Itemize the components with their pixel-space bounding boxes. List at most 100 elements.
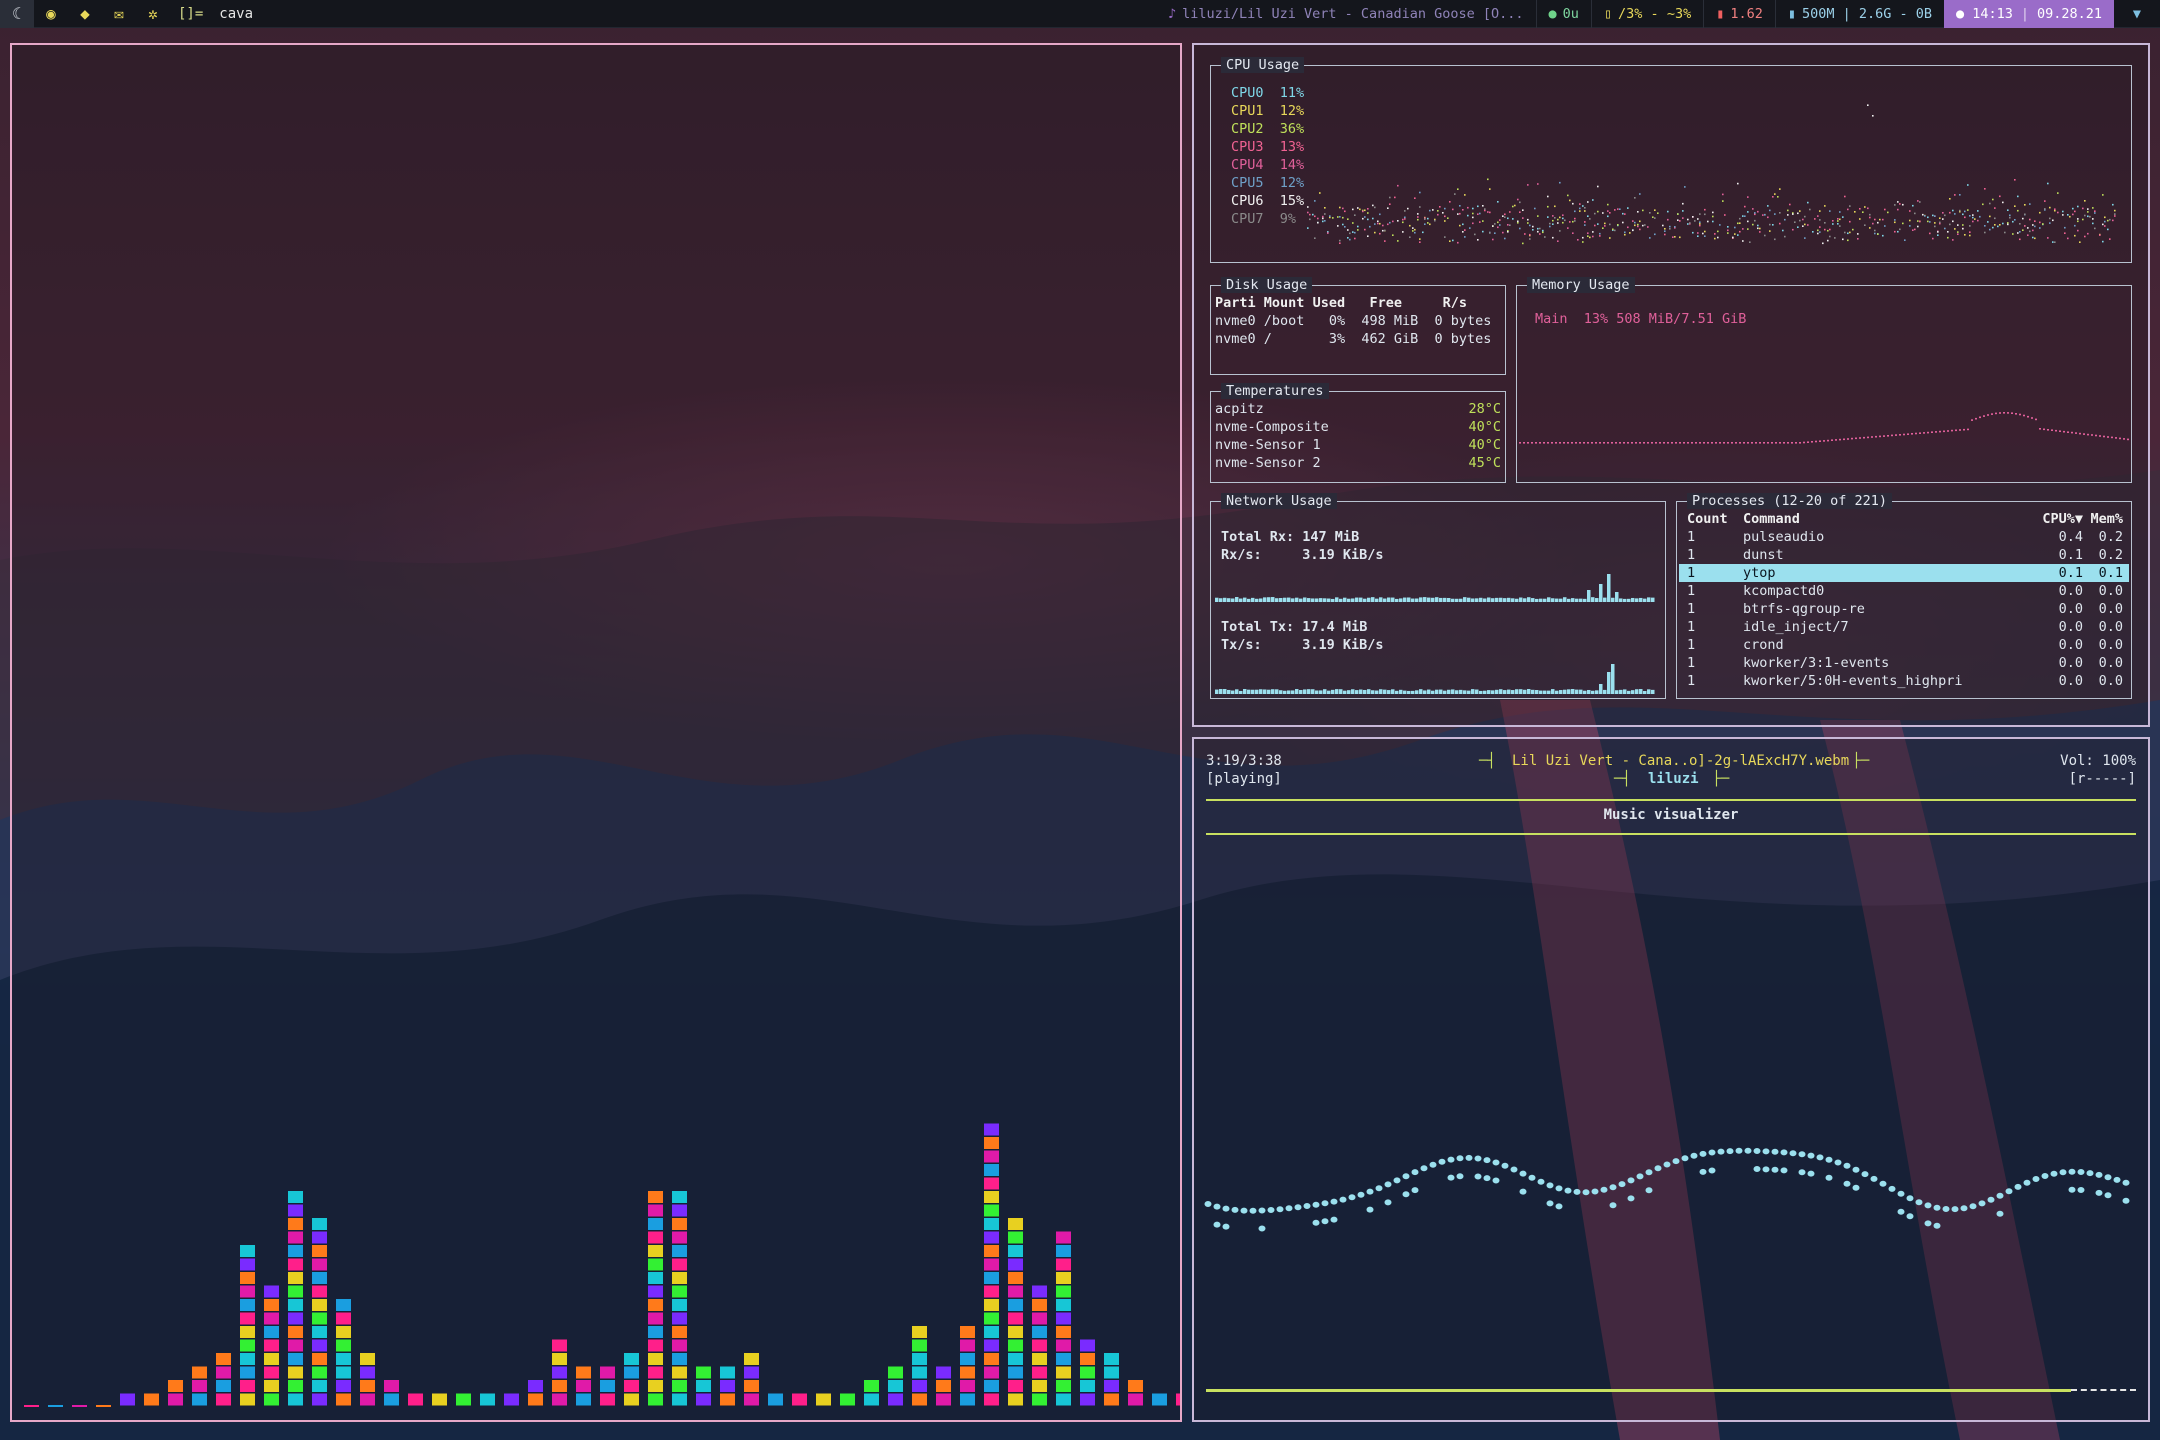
- visualizer-dot: [1213, 1221, 1221, 1228]
- cava-bar-segment: [816, 1393, 831, 1406]
- cpu-graph-dot: [1874, 218, 1876, 221]
- cpu-graph-dot: [1837, 220, 1839, 222]
- cava-bar-segment: [648, 1245, 663, 1257]
- memory-graph-dot: [1803, 441, 1805, 444]
- process-row-selected[interactable]: 1 ytop 0.1 0.1: [1679, 564, 2129, 582]
- cava-bar-segment: [960, 1353, 975, 1365]
- cpu-graph-dot: [1962, 224, 1964, 226]
- mem-column-header[interactable]: Mem%: [2083, 510, 2129, 528]
- cpu-graph-dot: [1769, 209, 1771, 212]
- cava-bar-segment: [624, 1380, 639, 1392]
- cava-window[interactable]: [10, 43, 1182, 1422]
- cpu-column-header[interactable]: CPU%▼: [2037, 510, 2083, 528]
- memory-graph-dot: [1547, 442, 1549, 444]
- playback-flags[interactable]: [r-----]: [2069, 771, 2136, 787]
- memory-graph-dot: [1543, 442, 1545, 444]
- network-graph-bar: [1343, 690, 1347, 694]
- process-row[interactable]: 1 kcompactd0 0.0 0.0: [1679, 582, 2129, 600]
- cpu-graph-dot: [1852, 228, 1854, 231]
- network-graph-bar: [1603, 597, 1607, 602]
- cava-bar-segment: [960, 1339, 975, 1352]
- workspace-3-icon[interactable]: ◆: [68, 0, 102, 28]
- network-graph-bar: [1455, 598, 1459, 602]
- cpu-graph-dot: [1564, 219, 1566, 222]
- cpu-graph-dot: [1402, 221, 1404, 224]
- cpu-graph-dot: [2072, 207, 2074, 210]
- network-graph-bar: [1331, 689, 1335, 694]
- cpu-graph-dot: [1507, 224, 1509, 226]
- cava-bar-segment: [312, 1285, 327, 1298]
- music-player-window[interactable]: 3:19/3:38 [playing] ─┤ Lil Uzi Vert - Ca…: [1192, 737, 2150, 1422]
- cpu-graph-dot: [1339, 216, 1341, 218]
- progress-bar[interactable]: [1206, 1389, 2136, 1392]
- cpu-panel-title: CPU Usage: [1221, 57, 1305, 73]
- cpu-graph-dot: [1607, 203, 1609, 206]
- cpu-graph-dot: [1912, 229, 1914, 231]
- wifi-icon[interactable]: ▼: [2114, 6, 2160, 22]
- processes-panel-title: Processes (12-20 of 221): [1687, 493, 1893, 509]
- visualizer-dot: [1492, 1159, 1500, 1166]
- process-row[interactable]: 1 btrfs-qgroup-re 0.0 0.0: [1679, 600, 2129, 618]
- layout-indicator[interactable]: []=: [178, 6, 203, 22]
- cpu-graph-dot: [1477, 239, 1479, 241]
- cpu-graph-dot: [2062, 210, 2064, 213]
- visualizer-dot: [1456, 1155, 1464, 1162]
- network-graph-bar: [1399, 598, 1403, 602]
- process-row[interactable]: 1 crond 0.0 0.0: [1679, 636, 2129, 654]
- cpu-graph-dot: [2087, 232, 2089, 235]
- cpu-graph-dot: [1344, 226, 1346, 228]
- visualizer-dot: [1942, 1206, 1950, 1212]
- cava-bar-segment: [960, 1393, 975, 1406]
- process-row[interactable]: 1 dunst 0.1 0.2: [1679, 546, 2129, 564]
- cpu-graph-dot: [1657, 212, 1659, 214]
- workspace-5-icon[interactable]: ✲: [136, 0, 170, 28]
- cava-bar-segment: [984, 1299, 999, 1311]
- workspace-4-icon[interactable]: ✉: [102, 0, 136, 28]
- network-graph-bar: [1587, 590, 1591, 602]
- cpu-graph-dot: [1752, 208, 1754, 210]
- network-graph-bar: [1635, 598, 1639, 602]
- process-row[interactable]: 1 pulseaudio 0.4 0.2: [1679, 528, 2129, 546]
- ytop-window[interactable]: CPU Usage CPU0 11% CPU1 12% CPU2 36% CPU…: [1192, 43, 2150, 727]
- cava-bar-segment: [960, 1326, 975, 1338]
- network-graph-bar: [1291, 690, 1295, 694]
- visualizer-dot: [2122, 1197, 2130, 1204]
- visualizer-dot: [1807, 1152, 1815, 1159]
- cpu-graph-dot: [2039, 221, 2041, 224]
- cpu-graph-dot: [1324, 220, 1326, 222]
- cpu-graph-dot: [1897, 230, 1899, 233]
- cpu-graph-dot: [1814, 218, 1816, 220]
- process-row[interactable]: 1 kworker/3:1-events 0.0 0.0: [1679, 654, 2129, 672]
- cava-bar-segment: [912, 1366, 927, 1379]
- memory-graph-dot: [1687, 442, 1689, 444]
- cpu-graph-dot: [1774, 213, 1776, 215]
- cava-bar-segment: [624, 1393, 639, 1406]
- memory-graph-dot: [1835, 439, 1837, 441]
- cava-bar-segment: [984, 1393, 999, 1406]
- cpu-graph-dot: [1517, 220, 1519, 223]
- cpu-graph-dot: [1919, 201, 1921, 203]
- network-graph-bar: [1579, 689, 1583, 694]
- volume[interactable]: Vol: 100%: [2060, 753, 2136, 769]
- command-column-header[interactable]: Command: [1743, 510, 2037, 528]
- cava-bar-segment: [672, 1218, 687, 1230]
- network-graph-bar: [1255, 598, 1259, 602]
- workspace-1-icon[interactable]: ☾: [0, 0, 34, 28]
- cava-bar-segment: [288, 1393, 303, 1406]
- cpu-graph-dot: [1927, 220, 1929, 223]
- clock[interactable]: ● 14:13 | 09.28.21: [1944, 0, 2114, 28]
- memory-graph-dot: [1695, 442, 1697, 444]
- cpu-graph-dot: [1642, 209, 1644, 212]
- memory-graph-dot: [1919, 432, 1921, 434]
- network-graph-bar: [1423, 690, 1427, 694]
- count-column-header[interactable]: Count: [1679, 510, 1743, 528]
- process-row[interactable]: 1 kworker/5:0H-events_highpri 0.0 0.0: [1679, 672, 2129, 690]
- now-playing[interactable]: ♪ liluzi/Lil Uzi Vert - Canadian Goose […: [1156, 0, 1536, 28]
- visualizer-dot: [1654, 1165, 1662, 1172]
- cava-bar-segment: [648, 1191, 663, 1203]
- cpu-graph-dot: [1322, 220, 1324, 223]
- process-row[interactable]: 1 idle_inject/7 0.0 0.0: [1679, 618, 2129, 636]
- memory-graph-dot: [1847, 438, 1849, 440]
- workspace-2-icon[interactable]: ◉: [34, 0, 68, 28]
- cpu-graph-dot: [1419, 206, 1421, 208]
